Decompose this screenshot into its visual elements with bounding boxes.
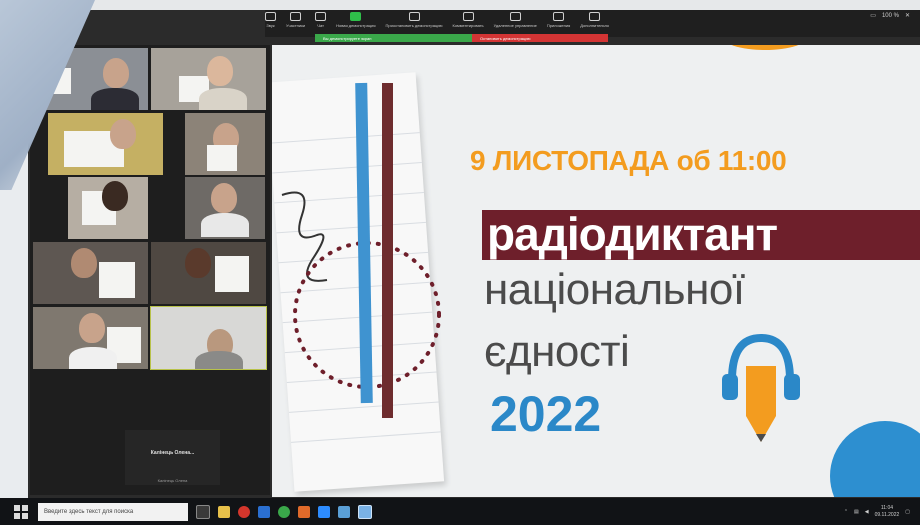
audio-icon: [265, 12, 276, 21]
participant-face: [79, 313, 105, 343]
slide-year: 2022: [490, 386, 602, 442]
meeting-toolbar: Звук Участники Чат Новая демонстрация Пр…: [265, 10, 920, 37]
held-paper: [207, 145, 237, 171]
toolbar-item-audio[interactable]: Звук: [265, 12, 276, 28]
participant-face: [211, 183, 237, 213]
word-icon[interactable]: [338, 505, 350, 518]
toolbar-item-remote-control[interactable]: Удаленное управление: [494, 12, 537, 28]
participant-tile[interactable]: [185, 177, 265, 239]
participants-icon: [290, 12, 302, 21]
participant-face: [185, 248, 211, 278]
headphones-pencil-logo-icon: [722, 333, 800, 442]
participant-face: [207, 56, 233, 86]
zoom-level[interactable]: 100 %: [882, 13, 899, 19]
decorative-orange-shape: [720, 45, 810, 50]
store-icon[interactable]: [258, 505, 270, 518]
toolbar-item-pause-share[interactable]: Приостановить демонстрацию: [386, 12, 442, 28]
windows-logo-icon-part: [22, 512, 28, 519]
windows-logo-icon: [14, 504, 20, 511]
sharing-notification: Вы демонстрируете экран: [315, 34, 478, 42]
participant-tile[interactable]: [48, 113, 163, 175]
apps-icon: [553, 12, 565, 21]
held-paper: [215, 256, 249, 292]
participant-face: [102, 181, 128, 211]
remote-control-icon: [509, 12, 521, 21]
close-icon[interactable]: ✕: [905, 12, 910, 19]
shared-presentation-slide: 9 ЛИСТОПАДА об 11:00 радіодиктант націон…: [272, 45, 920, 497]
participant-tile[interactable]: [185, 113, 265, 175]
toolbar-item-new-share[interactable]: Новая демонстрация: [336, 12, 376, 28]
annotate-icon: [462, 12, 474, 21]
participant-gallery: Калінець Олена... Калінець Олена: [30, 45, 270, 495]
participant-body: [69, 347, 117, 369]
toolbar-item-annotate[interactable]: Комментировать: [452, 12, 484, 28]
taskbar-clock[interactable]: 11:04 09.11.2022: [875, 505, 900, 519]
participant-face: [103, 58, 129, 88]
participant-tile[interactable]: [151, 48, 266, 110]
participant-face: [110, 119, 136, 149]
slide-subtitle-line-1: національної: [484, 265, 745, 314]
windows-logo-icon-part: [14, 512, 20, 519]
chevron-up-icon[interactable]: ⌃: [844, 509, 848, 515]
volume-icon[interactable]: ◀: [865, 509, 869, 515]
participant-body: [199, 88, 247, 110]
system-tray: ⌃ ▤ ◀ 11:04 09.11.2022 ▢: [844, 505, 920, 519]
decorative-blue-shape: [830, 421, 920, 497]
minimize-icon[interactable]: ▭: [870, 12, 876, 19]
app-icon[interactable]: [298, 505, 310, 518]
screen-bezel-top: [0, 0, 920, 10]
held-paper: [99, 262, 135, 298]
toolbar-item-chat[interactable]: Чат: [315, 12, 327, 28]
toolbar-right-controls: ▭ 100 % ✕: [870, 12, 920, 20]
chat-icon: [315, 12, 327, 21]
participant-body: [201, 213, 249, 237]
clock-date: 09.11.2022: [874, 511, 900, 518]
more-icon: [589, 12, 601, 21]
participant-face: [71, 248, 97, 278]
file-explorer-icon[interactable]: [218, 505, 230, 518]
taskbar-search-input[interactable]: Введите здесь текст для поиска: [38, 502, 188, 521]
event-date: 9 ЛИСТОПАДА об 11:00: [470, 145, 787, 176]
red-pencil-illustration: [382, 83, 393, 418]
windows-logo-icon-part: [22, 504, 28, 511]
active-app-icon[interactable]: [358, 504, 372, 519]
participant-name: Калінець Олена...: [150, 450, 195, 456]
network-icon[interactable]: ▤: [854, 509, 859, 515]
toolbar-item-participants[interactable]: Участники: [286, 12, 305, 28]
windows-taskbar: Введите здесь текст для поиска ⌃ ▤ ◀ 11:…: [0, 498, 920, 525]
participant-tile[interactable]: [151, 242, 266, 304]
clock-time: 11:04: [880, 504, 894, 511]
zoom-app-icon[interactable]: [318, 505, 330, 518]
slide-title: радіодиктант: [487, 208, 778, 260]
toolbar-item-more[interactable]: Дополнительно: [580, 12, 609, 28]
opera-icon[interactable]: [238, 505, 250, 518]
participant-name-label: Калінець Олена: [157, 478, 188, 483]
notifications-icon[interactable]: ▢: [905, 509, 910, 515]
share-icon: [350, 12, 362, 21]
participant-tile[interactable]: [68, 177, 148, 239]
participant-body: [91, 88, 139, 110]
pause-icon: [408, 12, 420, 21]
slide-subtitle-line-2: єдності: [484, 327, 630, 376]
stop-share-notification[interactable]: Остановить демонстрацию: [472, 34, 608, 42]
chrome-icon[interactable]: [278, 505, 290, 518]
start-button[interactable]: [14, 504, 28, 519]
toolbar-item-apps[interactable]: Приложения: [547, 12, 570, 28]
participant-tile-active-speaker[interactable]: [150, 306, 267, 370]
task-view-icon[interactable]: [196, 504, 210, 519]
participant-name-card[interactable]: Калінець Олена... Калінець Олена: [125, 430, 220, 485]
participant-body: [195, 351, 243, 369]
scribble: [281, 191, 328, 282]
participant-tile[interactable]: [33, 242, 148, 304]
participant-tile[interactable]: [33, 307, 148, 369]
